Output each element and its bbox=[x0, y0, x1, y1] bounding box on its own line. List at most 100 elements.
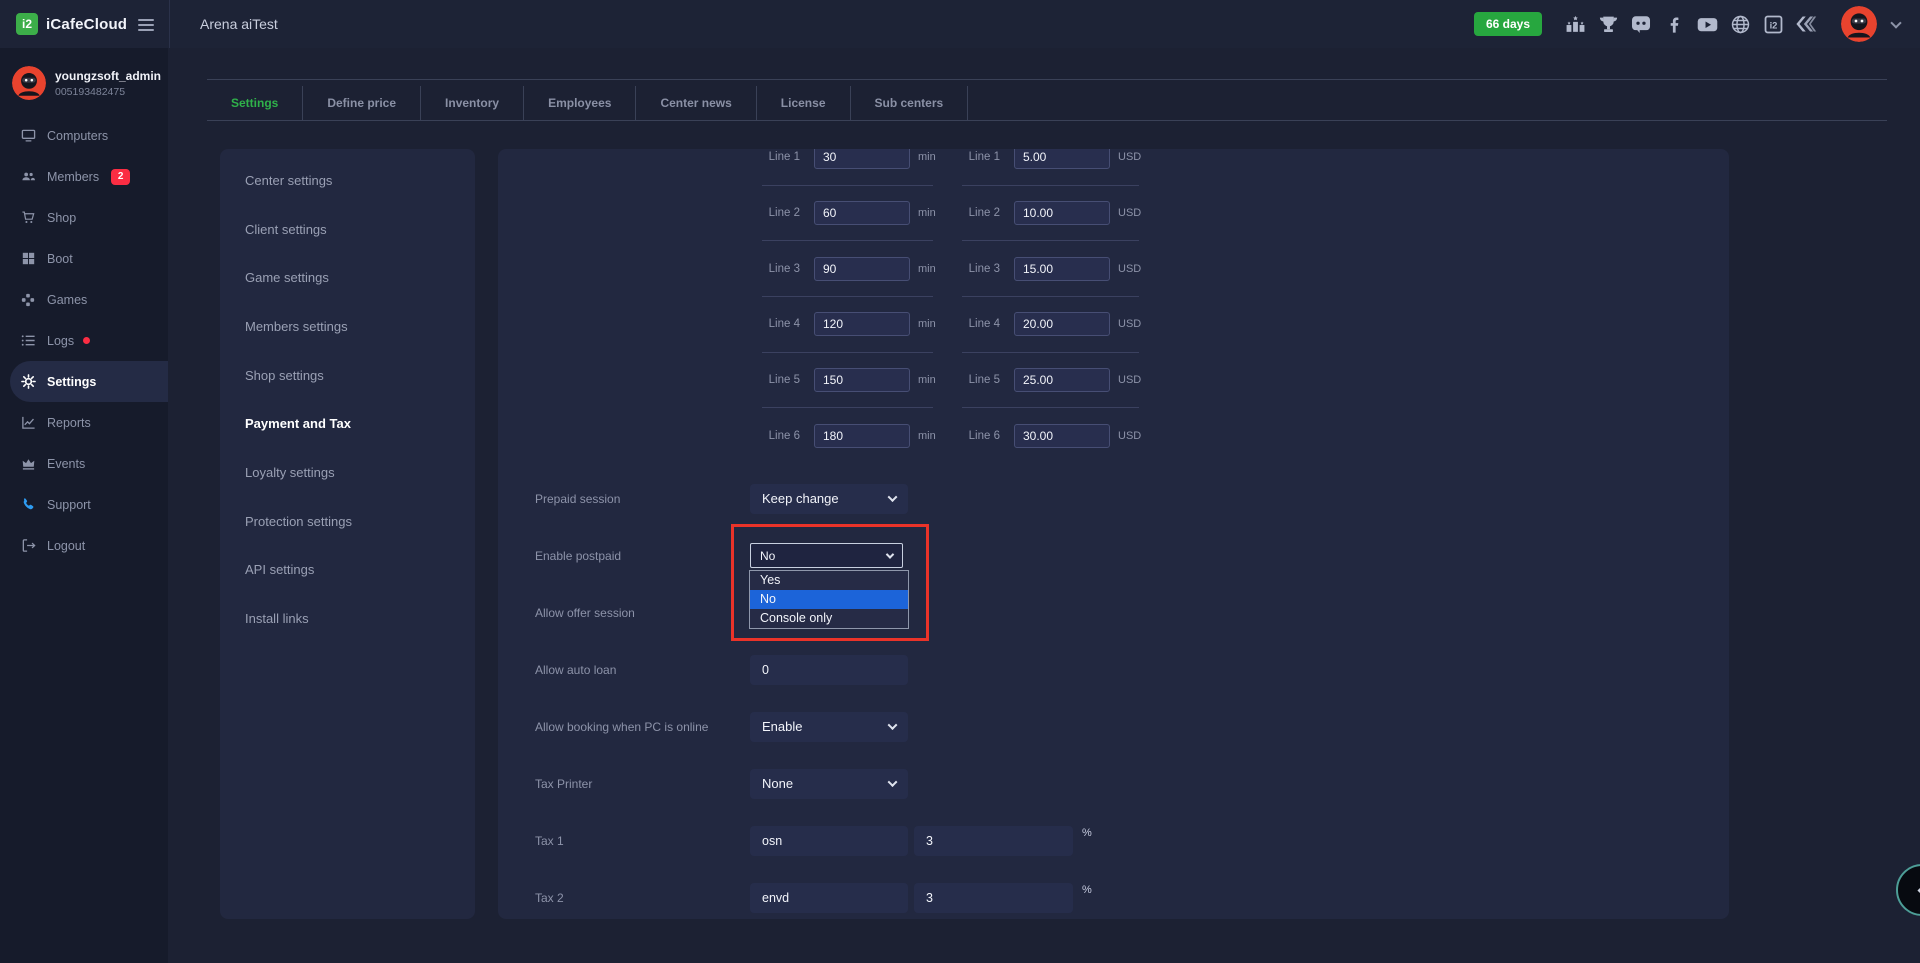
item-client-settings[interactable]: Client settings bbox=[220, 205, 475, 254]
item-install-links[interactable]: Install links bbox=[220, 594, 475, 643]
item-games[interactable]: Games bbox=[0, 279, 168, 320]
tax1-name-input[interactable] bbox=[750, 826, 908, 856]
dropdown-option[interactable]: Console only bbox=[750, 609, 908, 628]
form-row-enable-postpaid: Enable postpaid No bbox=[535, 527, 1695, 584]
price-input[interactable] bbox=[1014, 201, 1110, 225]
item-line-5: Line 5 USD bbox=[962, 353, 1139, 409]
field-label: Tax 2 bbox=[535, 891, 750, 905]
members-count-badge: 2 bbox=[111, 169, 130, 185]
hamburger-menu-icon[interactable] bbox=[138, 19, 154, 31]
selected-value: No bbox=[760, 549, 775, 563]
item-protection-settings[interactable]: Protection settings bbox=[220, 497, 475, 546]
prepaid-session-select[interactable]: Keep change bbox=[750, 484, 908, 514]
boot-icon bbox=[20, 251, 36, 267]
price-input[interactable] bbox=[1014, 312, 1110, 336]
topbar-icon-list: i2 bbox=[1563, 12, 1818, 36]
globe-icon[interactable] bbox=[1728, 12, 1752, 36]
item-shop[interactable]: Shop bbox=[0, 197, 168, 238]
user-id: 005193482475 bbox=[55, 86, 161, 98]
sites-icon[interactable] bbox=[1794, 12, 1818, 36]
item-api-settings[interactable]: API settings bbox=[220, 546, 475, 595]
price-input[interactable] bbox=[1014, 149, 1110, 169]
item-settings[interactable]: Settings bbox=[207, 86, 303, 120]
form-row-prepaid-session: Prepaid session Keep change bbox=[535, 470, 1695, 527]
item-line-4: Line 4 USD bbox=[962, 297, 1139, 353]
minutes-input[interactable] bbox=[814, 312, 910, 336]
license-days-badge[interactable]: 66 days bbox=[1474, 12, 1542, 36]
item-shop-settings[interactable]: Shop settings bbox=[220, 351, 475, 400]
item-loyalty-settings[interactable]: Loyalty settings bbox=[220, 448, 475, 497]
tax-printer-select[interactable]: None bbox=[750, 769, 908, 799]
tax1-rate-input[interactable] bbox=[914, 826, 1073, 856]
topbar-actions: 66 days i2 bbox=[1474, 0, 1902, 48]
price-input[interactable] bbox=[1014, 257, 1110, 281]
item-support[interactable]: Support bbox=[0, 484, 168, 525]
form-row-tax2: Tax 2 % bbox=[535, 869, 1695, 919]
form-row-allow-auto-loan: Allow auto loan bbox=[535, 641, 1695, 698]
selected-value: Enable bbox=[762, 719, 802, 734]
minutes-input[interactable] bbox=[814, 257, 910, 281]
item-line-1: Line 1 min bbox=[762, 149, 933, 186]
selected-value: Keep change bbox=[762, 491, 839, 506]
logout-icon bbox=[20, 538, 36, 554]
item-settings[interactable]: Settings bbox=[10, 361, 168, 402]
dropdown-option[interactable]: No bbox=[750, 590, 908, 609]
chevron-down-icon bbox=[888, 777, 898, 787]
discord-icon[interactable] bbox=[1629, 12, 1653, 36]
minutes-input[interactable] bbox=[814, 149, 910, 169]
item-center-settings[interactable]: Center settings bbox=[220, 156, 475, 205]
chevron-down-icon bbox=[888, 492, 898, 502]
item-logout[interactable]: Logout bbox=[0, 525, 168, 566]
field-label: Allow booking when PC is online bbox=[535, 720, 750, 734]
item-game-settings[interactable]: Game settings bbox=[220, 253, 475, 302]
trophy-icon[interactable] bbox=[1596, 12, 1620, 36]
divider bbox=[207, 120, 1887, 121]
item-computers[interactable]: Computers bbox=[0, 115, 168, 156]
app-window: i2 iCafeCloud Arena aiTest 66 days i2 yo… bbox=[0, 0, 1920, 963]
minutes-input[interactable] bbox=[814, 201, 910, 225]
prepaid-price-column: Line 1 USD Line 2 USD Line 3 USD bbox=[962, 149, 1139, 464]
chevron-down-icon[interactable] bbox=[1890, 17, 1901, 28]
item-boot[interactable]: Boot bbox=[0, 238, 168, 279]
enable-postpaid-select[interactable]: No bbox=[750, 543, 903, 568]
auto-loan-input[interactable] bbox=[750, 655, 908, 685]
item-events[interactable]: Events bbox=[0, 443, 168, 484]
item-license[interactable]: License bbox=[757, 86, 851, 120]
item-logs[interactable]: Logs bbox=[0, 320, 168, 361]
dropdown-option[interactable]: Yes bbox=[750, 571, 908, 590]
item-members[interactable]: Members 2 bbox=[0, 156, 168, 197]
item-sub-centers[interactable]: Sub centers bbox=[851, 86, 969, 120]
icafe-icon[interactable]: i2 bbox=[1761, 12, 1785, 36]
tax2-name-input[interactable] bbox=[750, 883, 908, 913]
allow-booking-select[interactable]: Enable bbox=[750, 712, 908, 742]
item-line-2: Line 2 min bbox=[762, 186, 933, 242]
item-line-2: Line 2 USD bbox=[962, 186, 1139, 242]
item-define-price[interactable]: Define price bbox=[303, 86, 421, 120]
item-payment-and-tax[interactable]: Payment and Tax bbox=[220, 399, 475, 448]
item-employees[interactable]: Employees bbox=[524, 86, 636, 120]
item-reports[interactable]: Reports bbox=[0, 402, 168, 443]
support-icon bbox=[20, 497, 36, 513]
settings-submenu: Center settingsClient settingsGame setti… bbox=[220, 149, 475, 919]
facebook-icon[interactable] bbox=[1662, 12, 1686, 36]
minutes-input[interactable] bbox=[814, 424, 910, 448]
tax2-rate-input[interactable] bbox=[914, 883, 1073, 913]
item-members-settings[interactable]: Members settings bbox=[220, 302, 475, 351]
user-block[interactable]: youngzsoft_admin 005193482475 bbox=[0, 48, 168, 106]
form-row-allow-booking: Allow booking when PC is online Enable bbox=[535, 698, 1695, 755]
minutes-input[interactable] bbox=[814, 368, 910, 392]
settings-icon bbox=[20, 374, 36, 390]
price-input[interactable] bbox=[1014, 424, 1110, 448]
item-center-news[interactable]: Center news bbox=[636, 86, 756, 120]
members-icon bbox=[20, 169, 36, 185]
alert-dot bbox=[83, 337, 90, 344]
field-label: Tax Printer bbox=[535, 777, 750, 791]
price-input[interactable] bbox=[1014, 368, 1110, 392]
field-label: Tax 1 bbox=[535, 834, 750, 848]
item-inventory[interactable]: Inventory bbox=[421, 86, 524, 120]
youtube-icon[interactable] bbox=[1695, 12, 1719, 36]
ranking-icon[interactable] bbox=[1563, 12, 1587, 36]
form-row-tax1: Tax 1 % bbox=[535, 812, 1695, 869]
tab-bar: SettingsDefine priceInventoryEmployeesCe… bbox=[207, 86, 968, 120]
user-avatar[interactable] bbox=[1841, 6, 1877, 42]
